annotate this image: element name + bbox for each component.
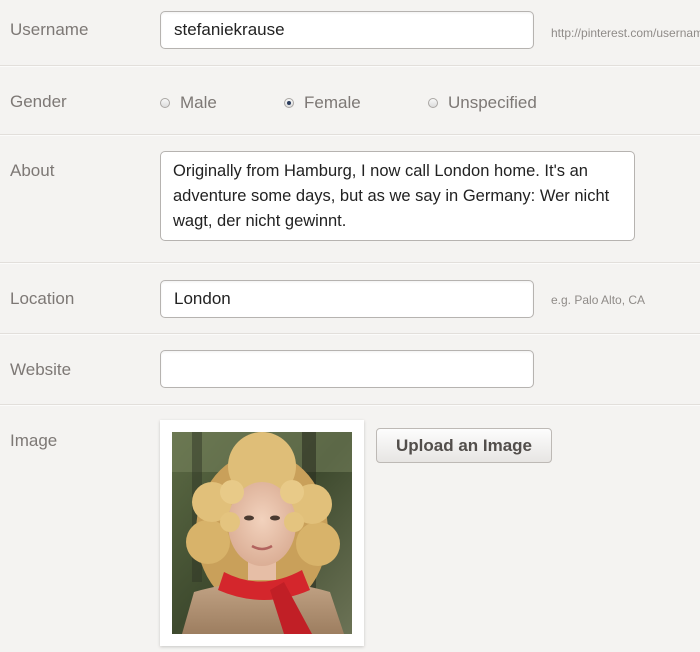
location-input[interactable]: London <box>160 280 534 318</box>
gender-radio-unspecified[interactable]: Unspecified <box>428 93 537 113</box>
radio-male-label: Male <box>180 93 217 112</box>
username-label: Username <box>10 20 89 39</box>
radio-female-label: Female <box>304 93 361 112</box>
divider <box>0 65 700 67</box>
website-label: Website <box>10 360 72 379</box>
location-label: Location <box>10 289 75 308</box>
divider <box>0 134 700 136</box>
username-input[interactable]: stefaniekrause <box>160 11 534 49</box>
about-label: About <box>10 161 55 180</box>
about-textarea[interactable]: Originally from Hamburg, I now call Lond… <box>160 151 635 241</box>
gender-label: Gender <box>10 92 67 111</box>
profile-photo <box>172 432 352 634</box>
gender-radio-male[interactable]: Male <box>160 93 217 113</box>
gender-radio-female[interactable]: Female <box>284 93 361 113</box>
radio-unspecified-label: Unspecified <box>448 93 537 112</box>
website-input[interactable] <box>160 350 534 388</box>
profile-photo-frame <box>160 420 364 646</box>
radio-male-circle[interactable] <box>160 98 170 108</box>
radio-unspecified-circle[interactable] <box>428 98 438 108</box>
divider <box>0 404 700 406</box>
radio-female-circle[interactable] <box>284 98 294 108</box>
image-label: Image <box>10 431 58 450</box>
upload-image-button[interactable]: Upload an Image <box>376 428 552 463</box>
location-example-hint: e.g. Palo Alto, CA <box>551 293 646 307</box>
divider <box>0 333 700 335</box>
username-url-hint: http://pinterest.com/username <box>551 26 700 40</box>
divider <box>0 262 700 264</box>
